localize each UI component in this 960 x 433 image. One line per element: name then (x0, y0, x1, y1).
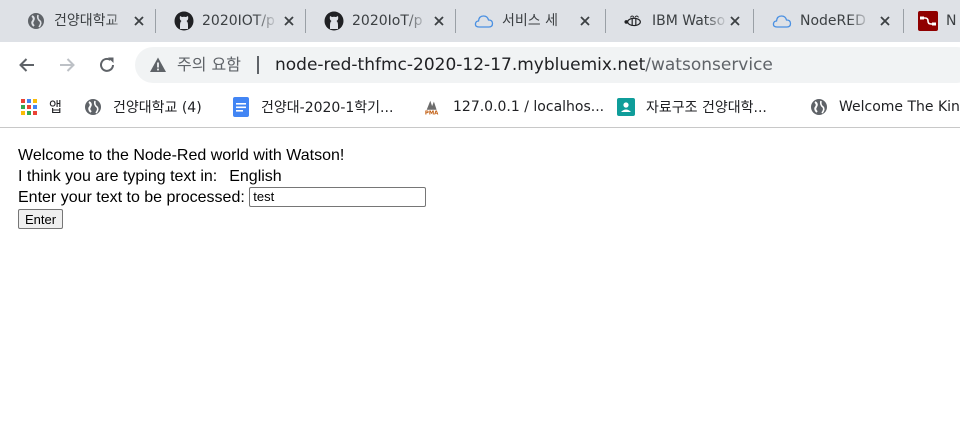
close-icon[interactable] (876, 12, 894, 30)
warning-icon[interactable] (149, 56, 167, 74)
watson-bee-icon (624, 11, 644, 31)
tab-service[interactable]: 서비스 세 (456, 0, 606, 42)
url-text[interactable]: node-red-thfmc-2020-12-17.mybluemix.net/… (275, 47, 773, 83)
tab-title: NodeRED (800, 13, 866, 29)
phpmyadmin-icon: PMA (424, 98, 442, 116)
bookmark-label: 자료구조 건양대학... (646, 100, 767, 116)
security-status-label[interactable]: 주의 요함 (177, 47, 241, 83)
close-icon[interactable] (576, 12, 594, 30)
tab-title: 서비스 세 (502, 13, 558, 29)
classroom-icon (617, 98, 635, 116)
svg-text:PMA: PMA (425, 111, 439, 116)
url-host: node-red-thfmc-2020-12-17.mybluemix.net (275, 55, 646, 75)
tab-title: 2020IoT/p (352, 13, 423, 29)
globe-icon (810, 98, 828, 116)
input-line: Enter your text to be processed: (18, 186, 427, 208)
bookmark-welcome[interactable]: Welcome The Kin (810, 96, 960, 118)
tab-ibm-watson[interactable]: IBM Watso (606, 0, 754, 42)
tab-nodered[interactable]: NodeRED (754, 0, 904, 42)
bookmarks-bar: 앱 건양대학교 (4) 건양대-2020-1학기... PMA 127.0.0.… (0, 88, 960, 126)
arrow-right-icon (60, 58, 75, 72)
globe-icon (26, 11, 46, 31)
close-icon[interactable] (130, 12, 148, 30)
github-icon (174, 11, 194, 31)
github-icon (324, 11, 344, 31)
bookmark-konyang-2020[interactable]: 건양대-2020-1학기... (232, 96, 393, 118)
tab-title: IBM Watso (652, 13, 726, 29)
language-line: I think you are typing text in: English (18, 166, 426, 187)
apps-grid-icon (20, 98, 38, 116)
tab-github-2020iot-lower[interactable]: 2020IoT/p (306, 0, 456, 42)
cloud-icon (772, 11, 792, 31)
tab-nodered-editor[interactable]: N (904, 0, 960, 42)
tab-title: 2020IOT/p (202, 13, 275, 29)
bookmark-label: Welcome The Kin (839, 99, 960, 115)
bookmark-label: 127.0.0.1 / localhos... (453, 99, 605, 115)
bookmark-label: 앱 (49, 100, 62, 116)
bookmark-localhost[interactable]: PMA 127.0.0.1 / localhos... (424, 96, 604, 118)
detected-language: English (229, 168, 282, 185)
reload-icon (100, 57, 114, 72)
bookmark-label: 건양대-2020-1학기... (261, 100, 394, 116)
forward-button[interactable] (54, 52, 80, 78)
input-label: Enter your text to be processed: (18, 189, 245, 206)
toolbar-divider (0, 127, 960, 128)
bookmark-konyang[interactable]: 건양대학교 (4) (84, 96, 202, 118)
welcome-text: Welcome to the Node-Red world with Watso… (18, 147, 345, 164)
text-input[interactable] (249, 186, 427, 207)
google-docs-icon (232, 97, 250, 117)
tab-konyang[interactable]: 건양대학교 (8, 0, 156, 42)
nodered-icon (918, 11, 938, 31)
tab-title: 건양대학교 (54, 13, 119, 29)
browser-toolbar: 주의 요함 node-red-thfmc-2020-12-17.mybluemi… (0, 42, 960, 88)
back-button[interactable] (14, 52, 40, 78)
globe-icon (84, 98, 102, 116)
arrow-left-icon (19, 58, 34, 72)
language-prompt: I think you are typing text in: (18, 168, 218, 185)
close-icon[interactable] (280, 12, 298, 30)
close-icon[interactable] (430, 12, 448, 30)
bookmark-apps[interactable]: 앱 (20, 96, 62, 118)
bookmark-label: 건양대학교 (4) (113, 100, 202, 116)
address-bar[interactable]: 주의 요함 node-red-thfmc-2020-12-17.mybluemi… (135, 47, 960, 83)
tab-strip: 건양대학교 2020IOT/p 2020IoT/p 서비스 세 IBM Wats… (0, 0, 960, 42)
tab-github-2020iot-upper[interactable]: 2020IOT/p (156, 0, 306, 42)
enter-button[interactable]: Enter (18, 209, 64, 229)
page-content: Welcome to the Node-Red world with Watso… (18, 145, 427, 229)
address-divider (257, 56, 259, 74)
tab-title: N (946, 13, 957, 29)
url-path: /watsonservice (645, 55, 773, 75)
bookmark-data-structures[interactable]: 자료구조 건양대학... (617, 96, 767, 118)
close-icon[interactable] (726, 12, 744, 30)
cloud-icon (474, 11, 494, 31)
reload-button[interactable] (94, 52, 120, 78)
